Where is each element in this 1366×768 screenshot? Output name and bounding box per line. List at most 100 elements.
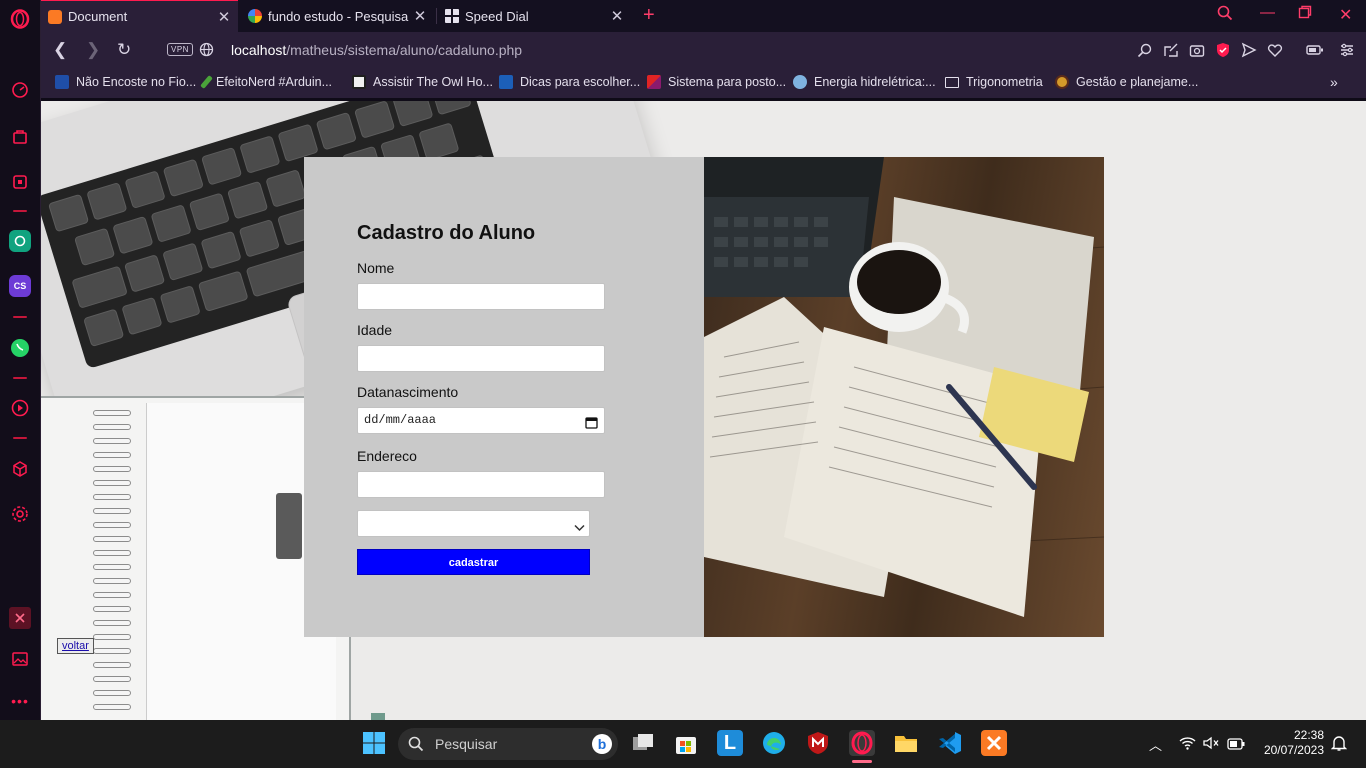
l-app-icon[interactable]: L bbox=[717, 730, 743, 756]
opera-sidebar: CS ••• bbox=[0, 0, 41, 720]
minimize-window-icon[interactable]: — bbox=[1260, 4, 1275, 21]
send-icon[interactable] bbox=[1241, 42, 1257, 58]
bookmark-label: Assistir The Owl Ho... bbox=[373, 75, 493, 89]
bookmark-label: Sistema para posto... bbox=[668, 75, 787, 89]
bookmark-heart-icon[interactable] bbox=[1267, 42, 1283, 58]
clock-date: 20/07/2023 bbox=[1263, 743, 1324, 757]
chatgpt-icon[interactable] bbox=[9, 230, 31, 252]
close-tab-icon[interactable]: ✕ bbox=[412, 7, 428, 25]
bookmark-label: Não Encoste no Fio... bbox=[76, 75, 197, 89]
idade-label: Idade bbox=[357, 322, 393, 338]
file-explorer-icon[interactable] bbox=[893, 730, 919, 756]
cube-icon[interactable] bbox=[9, 458, 31, 480]
mcafee-icon[interactable] bbox=[805, 730, 831, 756]
battery-icon[interactable] bbox=[1227, 737, 1245, 755]
forward-icon[interactable]: ❯ bbox=[86, 41, 100, 59]
microsoft-store-icon[interactable] bbox=[673, 730, 699, 756]
speedometer-icon[interactable] bbox=[9, 79, 31, 101]
whatsapp-icon[interactable] bbox=[9, 337, 31, 359]
bookmark-item[interactable]: Sistema para posto... bbox=[647, 75, 786, 89]
bookmark-item[interactable]: Dicas para escolher... bbox=[499, 75, 640, 89]
voltar-link[interactable]: voltar bbox=[57, 638, 94, 654]
cadastrar-button[interactable]: cadastrar bbox=[357, 549, 590, 575]
registration-card: Cadastro do Aluno Nome Idade Datanascime… bbox=[304, 157, 1104, 637]
url-path: /matheus/sistema/aluno/cadaluno.php bbox=[286, 42, 523, 58]
tab-speed-dial[interactable]: Speed Dial ✕ bbox=[438, 0, 631, 32]
xampp-icon[interactable] bbox=[981, 730, 1007, 756]
settings-gear-icon[interactable] bbox=[9, 503, 31, 525]
sidebar-divider bbox=[13, 210, 27, 212]
gallery-icon[interactable] bbox=[9, 648, 31, 670]
bookmark-favicon-icon bbox=[793, 75, 807, 89]
player-icon[interactable] bbox=[9, 397, 31, 419]
site-info-globe-icon[interactable] bbox=[199, 42, 214, 62]
back-icon[interactable]: ❮ bbox=[53, 41, 67, 59]
sidebar-divider bbox=[13, 437, 27, 439]
shopping-bag-icon[interactable] bbox=[9, 125, 31, 147]
search-icon bbox=[408, 736, 424, 755]
bookmark-favicon-icon bbox=[352, 75, 366, 89]
taskbar-search[interactable]: Pesquisar b bbox=[398, 728, 618, 760]
tab-google-search[interactable]: fundo estudo - Pesquisa Go ✕ bbox=[241, 0, 434, 32]
chevron-down-icon bbox=[574, 519, 585, 537]
speaker-muted-icon[interactable] bbox=[1203, 736, 1220, 755]
new-tab-button[interactable]: + bbox=[643, 4, 655, 27]
idade-input[interactable] bbox=[357, 345, 605, 372]
search-tabs-icon[interactable] bbox=[1217, 5, 1233, 25]
tab-strip: Document ✕ fundo estudo - Pesquisa Go ✕ … bbox=[41, 0, 1366, 32]
extension-chip-icon[interactable] bbox=[9, 171, 31, 193]
close-tab-icon[interactable]: ✕ bbox=[609, 7, 625, 25]
form-panel: Cadastro do Aluno Nome Idade Datanascime… bbox=[304, 157, 704, 637]
wifi-icon[interactable] bbox=[1179, 736, 1196, 755]
background-marker bbox=[371, 713, 385, 720]
datanascimento-date-input[interactable]: dd/mm/aaaa bbox=[357, 407, 605, 434]
bookmarks-overflow-icon[interactable]: » bbox=[1330, 74, 1338, 90]
url-field[interactable]: localhost/matheus/sistema/aluno/cadaluno… bbox=[231, 42, 522, 58]
snapshot-camera-icon[interactable] bbox=[1189, 42, 1205, 58]
reload-icon[interactable]: ↻ bbox=[117, 41, 131, 59]
calendar-icon[interactable] bbox=[585, 414, 598, 439]
endereco-input[interactable] bbox=[357, 471, 605, 498]
course-select[interactable] bbox=[357, 510, 590, 537]
edit-share-icon[interactable] bbox=[1163, 42, 1179, 58]
endereco-label: Endereco bbox=[357, 448, 417, 464]
opera-taskbar-icon[interactable] bbox=[849, 730, 875, 756]
notification-bell-icon[interactable] bbox=[1330, 734, 1348, 757]
nome-input[interactable] bbox=[357, 283, 605, 310]
restore-window-icon[interactable] bbox=[1298, 5, 1312, 23]
url-host: localhost bbox=[231, 42, 287, 58]
tools-icon[interactable] bbox=[9, 607, 31, 629]
page-search-icon[interactable] bbox=[1137, 42, 1153, 58]
task-view-icon[interactable] bbox=[630, 730, 656, 756]
tab-document[interactable]: Document ✕ bbox=[41, 0, 238, 32]
adblock-shield-icon[interactable] bbox=[1215, 42, 1231, 58]
speed-dial-grid-icon bbox=[445, 9, 459, 23]
chatsonic-icon[interactable]: CS bbox=[9, 275, 31, 297]
bookmark-item[interactable]: Gestão e planejame... bbox=[1055, 75, 1198, 89]
vpn-badge[interactable]: VPN bbox=[167, 43, 193, 56]
vscode-icon[interactable] bbox=[937, 730, 963, 756]
background-binder-clip bbox=[276, 493, 302, 559]
bookmarks-bar: Não Encoste no Fio... EfeitoNerd #Arduin… bbox=[41, 68, 1366, 98]
address-bar: ❮ ❯ ↻ VPN localhost/matheus/sistema/alun… bbox=[41, 32, 1366, 68]
windows-start-icon[interactable] bbox=[361, 730, 387, 756]
bookmark-folder[interactable]: Trigonometria bbox=[945, 75, 1043, 89]
bookmark-item[interactable]: Não Encoste no Fio... bbox=[55, 75, 196, 89]
system-clock[interactable]: 22:38 20/07/2023 bbox=[1256, 728, 1324, 758]
close-window-icon[interactable]: ✕ bbox=[1339, 5, 1352, 25]
form-title: Cadastro do Aluno bbox=[357, 222, 536, 244]
bing-icon[interactable]: b bbox=[592, 734, 612, 754]
study-photo bbox=[704, 157, 1104, 637]
bookmark-item[interactable]: EfeitoNerd #Arduin... bbox=[200, 75, 332, 89]
bookmark-item[interactable]: Assistir The Owl Ho... bbox=[352, 75, 493, 89]
edge-icon[interactable] bbox=[761, 730, 787, 756]
tab-title: fundo estudo - Pesquisa Go bbox=[268, 8, 412, 24]
bookmark-label: Trigonometria bbox=[966, 75, 1043, 89]
battery-saver-icon[interactable] bbox=[1306, 42, 1323, 58]
more-options-icon[interactable]: ••• bbox=[9, 690, 31, 712]
chevron-up-icon[interactable]: ︿ bbox=[1149, 735, 1162, 754]
opera-logo-icon[interactable] bbox=[9, 8, 31, 30]
close-tab-icon[interactable]: ✕ bbox=[216, 8, 232, 26]
bookmark-item[interactable]: Energia hidrelétrica:... bbox=[793, 75, 936, 89]
easy-setup-icon[interactable] bbox=[1339, 42, 1355, 58]
